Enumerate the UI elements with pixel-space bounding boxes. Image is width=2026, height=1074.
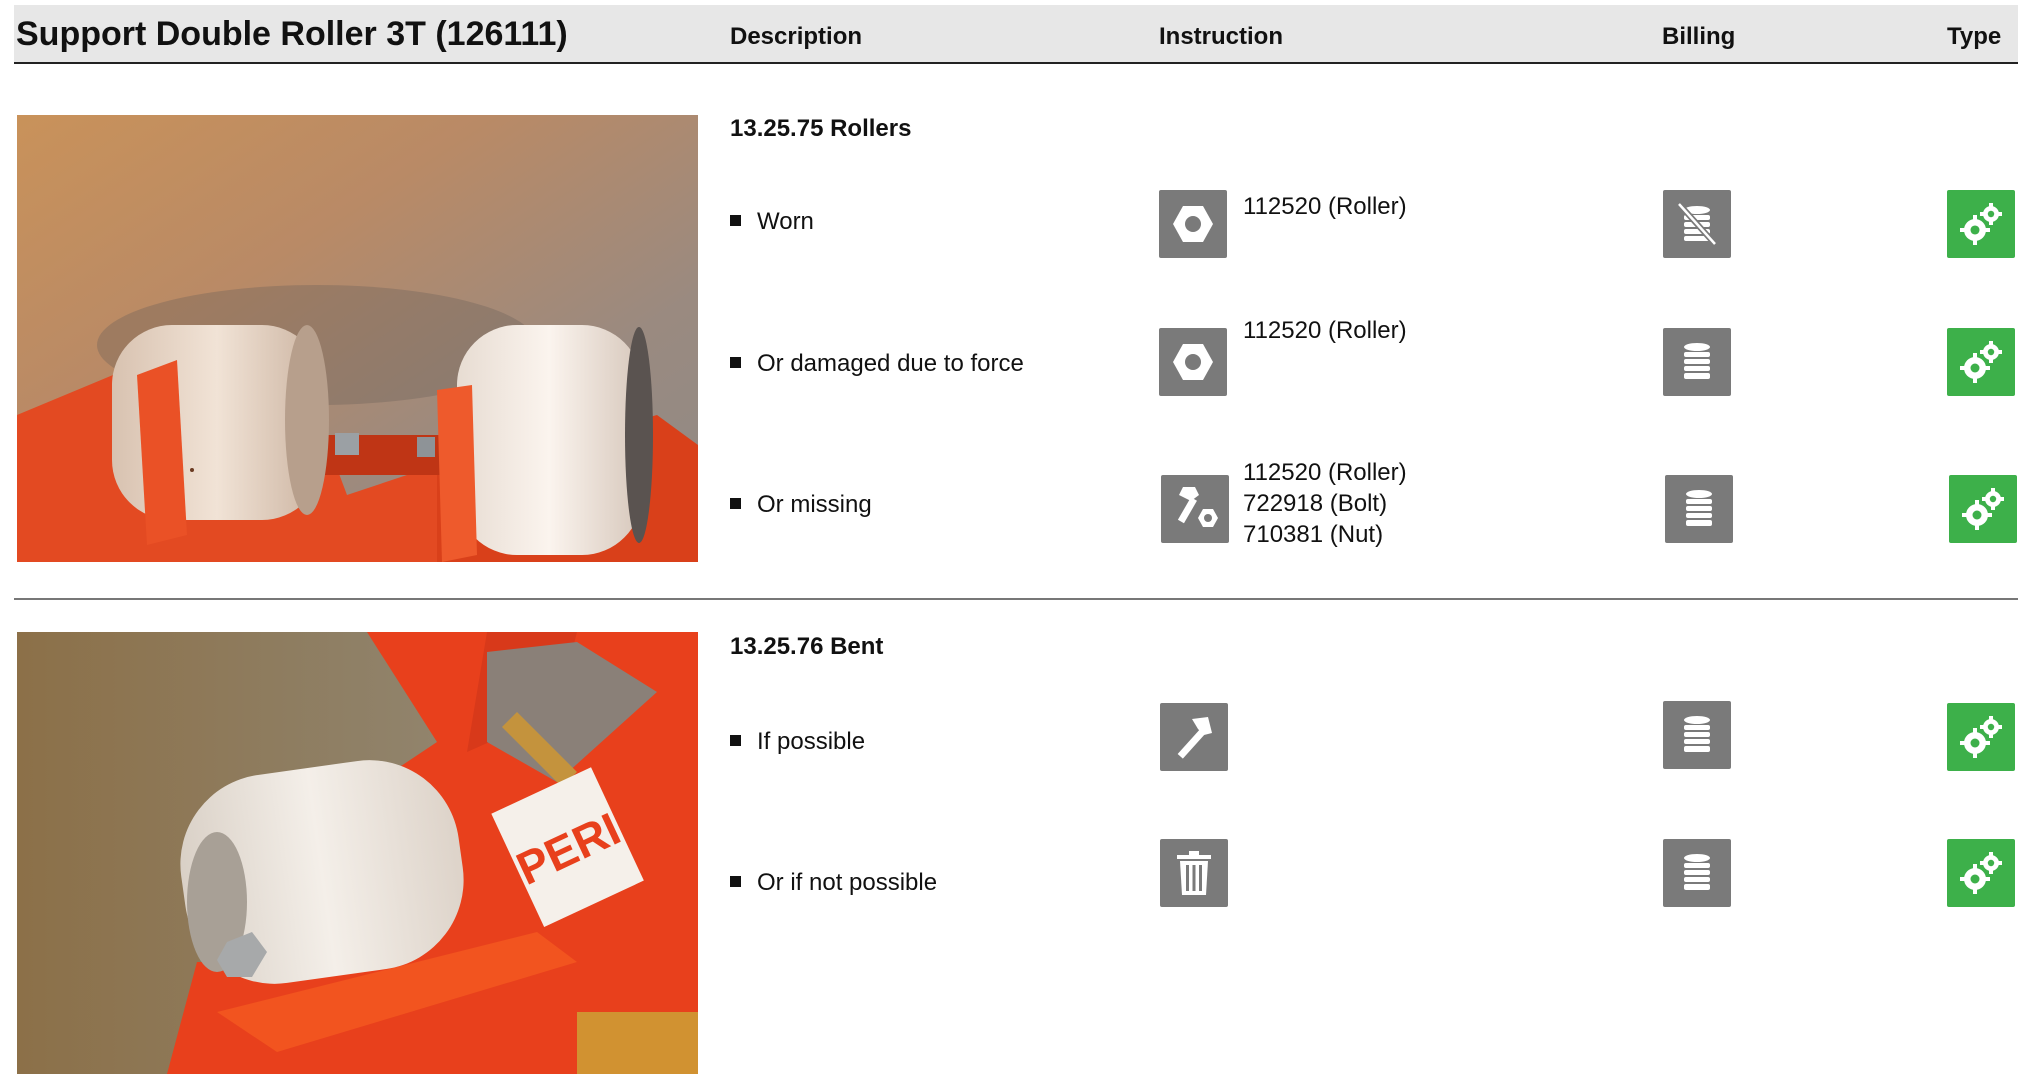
section-title-rollers: 13.25.75 Rollers — [730, 115, 912, 142]
part-number: 112520 (Roller) — [1243, 193, 1407, 220]
column-header-type: Type — [1947, 23, 2002, 50]
gears-icon — [1947, 328, 2015, 396]
bullet-square-icon — [730, 735, 741, 746]
table-header: Support Double Roller 3T (126111) Descri… — [14, 5, 2018, 64]
item-label: Worn — [757, 208, 814, 235]
instruction-parts: 112520 (Roller) — [1243, 191, 1407, 222]
item-label: Or if not possible — [757, 869, 938, 896]
page-title: Support Double Roller 3T (126111) — [16, 15, 568, 53]
bullet-square-icon — [730, 876, 741, 887]
hex-nut-icon — [1159, 190, 1227, 258]
coin-stack-crossed-icon — [1663, 190, 1731, 258]
coin-stack-icon — [1665, 475, 1733, 543]
column-header-billing: Billing — [1662, 23, 1736, 50]
part-number: 710381 (Nut) — [1243, 521, 1384, 548]
list-item: Or damaged due to force — [730, 350, 1024, 378]
hex-nut-icon — [1159, 328, 1227, 396]
list-item: If possible — [730, 728, 865, 756]
item-label: If possible — [757, 728, 866, 755]
instruction-parts: 112520 (Roller) 722918 (Bolt) 710381 (Nu… — [1243, 457, 1407, 550]
gears-icon — [1949, 475, 2017, 543]
bullet-square-icon — [730, 498, 741, 509]
trash-icon — [1160, 839, 1228, 907]
section-divider — [14, 598, 2018, 600]
instruction-parts: 112520 (Roller) — [1243, 315, 1407, 346]
column-header-description: Description — [730, 23, 863, 50]
part-number: 722918 (Bolt) — [1243, 490, 1388, 517]
column-header-instruction: Instruction — [1159, 23, 1283, 50]
bent-roller-photo: PERI — [17, 632, 698, 1074]
coin-stack-icon — [1663, 328, 1731, 396]
coin-stack-icon — [1663, 839, 1731, 907]
gears-icon — [1947, 190, 2015, 258]
section-title-bent: 13.25.76 Bent — [730, 633, 884, 660]
list-item: Or if not possible — [730, 869, 937, 897]
gears-icon — [1947, 839, 2015, 907]
rollers-photo — [17, 115, 698, 562]
bullet-square-icon — [730, 215, 741, 226]
coin-stack-icon — [1663, 701, 1731, 769]
list-item: Or missing — [730, 491, 872, 519]
gears-icon — [1947, 703, 2015, 771]
part-number: 112520 (Roller) — [1243, 459, 1407, 486]
bolt-nut-icon — [1161, 475, 1229, 543]
item-label: Or missing — [757, 491, 872, 518]
list-item: Worn — [730, 208, 814, 236]
item-label: Or damaged due to force — [757, 350, 1024, 377]
hammer-icon — [1160, 703, 1228, 771]
part-number: 112520 (Roller) — [1243, 317, 1407, 344]
bullet-square-icon — [730, 357, 741, 368]
